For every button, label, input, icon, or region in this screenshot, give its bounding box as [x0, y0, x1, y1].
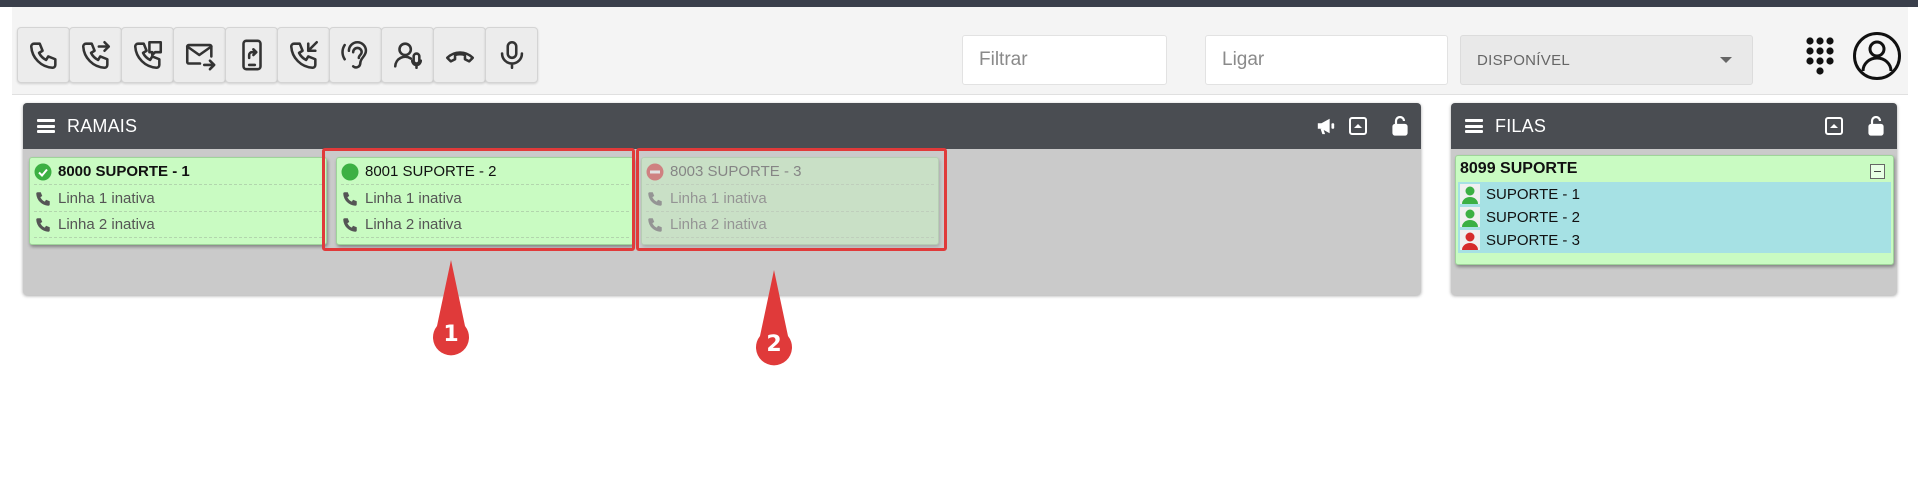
ear-listen-icon [340, 41, 367, 69]
conference-button[interactable] [381, 27, 434, 83]
check-circle-icon [34, 163, 52, 181]
highlight-box [636, 148, 947, 251]
callout-marker: 1 [431, 258, 471, 362]
member-name: SUPORTE - 3 [1486, 231, 1580, 249]
panel-title: FILAS [1495, 115, 1547, 136]
collapse-button[interactable] [1870, 164, 1885, 179]
filas-panel-header: FILAS [1451, 103, 1897, 149]
minimize-panel-icon[interactable] [1823, 116, 1845, 136]
user-avatar-icon [1460, 184, 1480, 204]
status-select[interactable]: DISPONÍVEL [1460, 35, 1753, 85]
line-row: Linha 2 inativa [34, 212, 322, 238]
voicemail-button[interactable] [121, 27, 174, 83]
transfer-button[interactable] [69, 27, 122, 83]
microphone-icon [500, 40, 523, 70]
unlock-icon[interactable] [1389, 116, 1411, 136]
hang-up-icon [445, 51, 474, 63]
queue-label: 8099 SUPORTE [1460, 160, 1578, 177]
member-name: SUPORTE - 2 [1486, 208, 1580, 226]
phone-icon [29, 42, 57, 70]
megaphone-icon[interactable] [1315, 116, 1337, 136]
queue-member[interactable]: SUPORTE - 3 [1460, 229, 1580, 251]
user-avatar-button[interactable] [1852, 31, 1902, 81]
menu-icon[interactable] [1465, 119, 1483, 133]
callout-label: 2 [766, 332, 782, 357]
phone-forward-icon [81, 40, 110, 70]
call-button[interactable] [17, 27, 70, 83]
dialpad-icon [1806, 37, 1834, 75]
dial-input[interactable] [1205, 35, 1448, 85]
line-row: Linha 1 inativa [34, 186, 322, 212]
user-mic-icon [393, 42, 422, 70]
extension-label: 8000 SUPORTE - 1 [58, 163, 190, 180]
callout-label: 1 [443, 322, 459, 347]
mail-forward-icon [185, 43, 215, 71]
phone-voicemail-icon [133, 40, 162, 70]
minimize-panel-icon[interactable] [1347, 116, 1369, 136]
user-circle-icon [1853, 32, 1901, 80]
ramais-panel-header: RAMAIS [23, 103, 1421, 149]
panel-title: RAMAIS [67, 115, 138, 136]
phone-icon [34, 190, 52, 208]
phone-icon [34, 216, 52, 234]
status-select-value: DISPONÍVEL [1477, 51, 1571, 69]
menu-icon[interactable] [37, 119, 55, 133]
user-avatar-icon [1460, 207, 1480, 227]
line-status: Linha 1 inativa [58, 190, 155, 207]
queue-card[interactable]: 8099 SUPORTE SUPORTE - 1 SUPORTE - 2 SUP… [1455, 155, 1894, 265]
chevron-down-icon [1720, 57, 1732, 63]
top-bar [0, 0, 1918, 7]
user-avatar-icon [1460, 230, 1480, 250]
unlock-icon[interactable] [1865, 116, 1887, 136]
highlight-box [322, 148, 635, 251]
mobile-transfer-button[interactable] [225, 27, 278, 83]
extension-header: 8000 SUPORTE - 1 [34, 159, 322, 185]
callout-marker: 2 [754, 268, 794, 372]
queue-members: SUPORTE - 1 SUPORTE - 2 SUPORTE - 3 [1458, 182, 1891, 253]
mobile-share-icon [241, 39, 262, 71]
extension-card[interactable]: 8000 SUPORTE - 1 Linha 1 inativa Linha 2… [29, 157, 327, 245]
microphone-button[interactable] [485, 27, 538, 83]
phone-incoming-icon [289, 40, 318, 70]
filter-input[interactable] [962, 35, 1167, 85]
line-status: Linha 2 inativa [58, 216, 155, 233]
filas-panel: FILAS 8099 SUPORTE SUPORTE - 1 SUPORTE -… [1451, 103, 1897, 295]
pickup-button[interactable] [277, 27, 330, 83]
hang-up-button[interactable] [433, 27, 486, 83]
queue-member[interactable]: SUPORTE - 1 [1460, 183, 1580, 205]
toolbar: DISPONÍVEL [12, 7, 1908, 95]
queue-member[interactable]: SUPORTE - 2 [1460, 206, 1580, 228]
member-name: SUPORTE - 1 [1486, 185, 1580, 203]
mail-forward-button[interactable] [173, 27, 226, 83]
dialpad-button[interactable] [1802, 35, 1838, 79]
listen-button[interactable] [329, 27, 382, 83]
